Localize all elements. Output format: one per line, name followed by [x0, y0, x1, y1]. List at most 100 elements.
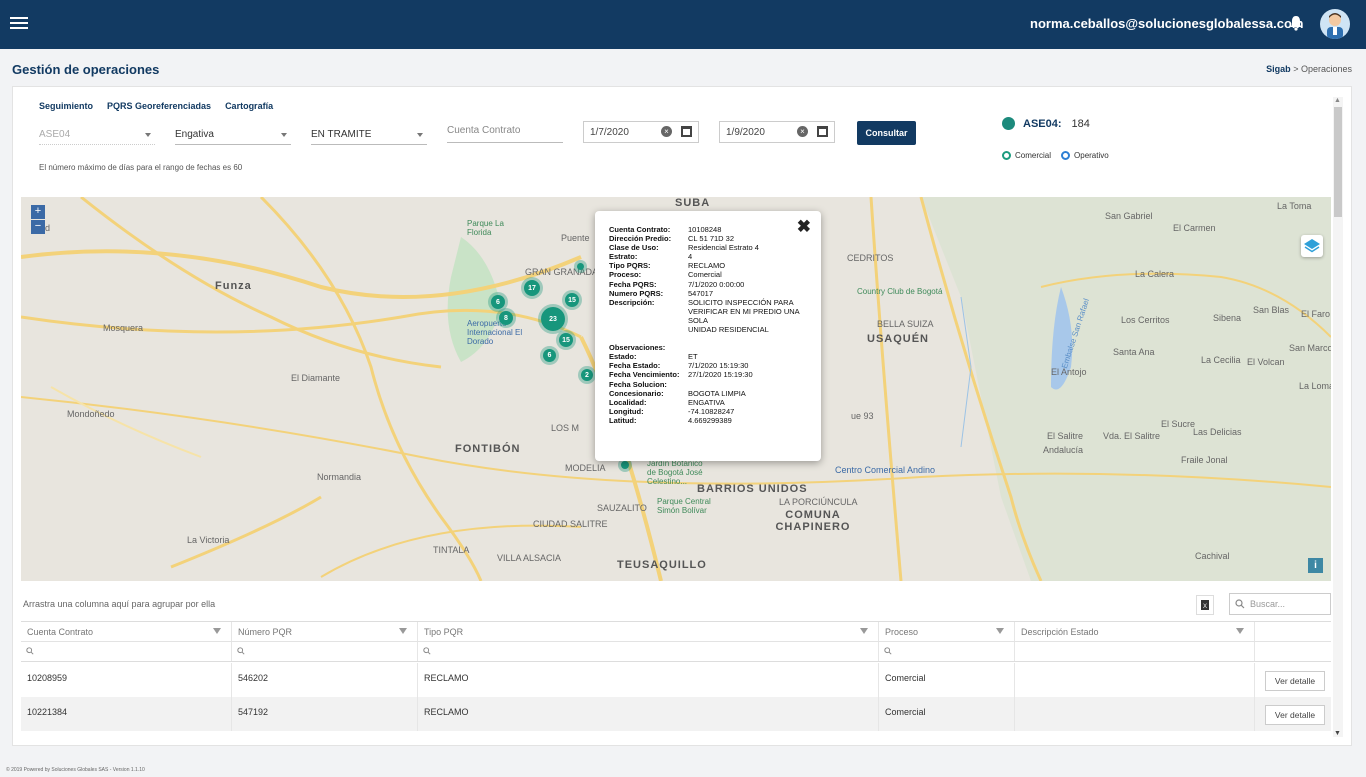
cell-numero: 547192: [232, 697, 418, 731]
popup-row: Longitud: -74.10828247: [609, 407, 811, 416]
scroll-up-icon[interactable]: ▲: [1334, 97, 1341, 104]
filter-icon[interactable]: [213, 628, 221, 634]
localidad-select[interactable]: Engativa: [175, 125, 291, 145]
estado-select[interactable]: EN TRAMITE: [311, 125, 427, 145]
map-cluster[interactable]: 6: [491, 295, 505, 309]
popup-row: Estrato: 4: [609, 252, 811, 261]
table-row: 10221384 547192 RECLAMO Comercial Ver de…: [21, 697, 1331, 731]
map-cluster[interactable]: 6: [543, 349, 556, 362]
ver-detalle-button[interactable]: Ver detalle: [1265, 671, 1325, 691]
info-icon[interactable]: i: [1308, 558, 1323, 573]
popup-field-label: [609, 307, 688, 325]
ase-select[interactable]: ASE04: [39, 125, 155, 145]
breadcrumb-current: Operaciones: [1300, 64, 1352, 74]
breadcrumb-separator: >: [1293, 64, 1299, 74]
column-header-numero[interactable]: Número PQR: [232, 622, 418, 641]
popup-field-value: ENGATIVA: [688, 397, 725, 407]
tab-pqrs-georeferenciadas[interactable]: PQRS Georeferenciadas: [107, 101, 211, 111]
user-email[interactable]: norma.ceballos@solucionesglobalessa.com: [1030, 16, 1304, 31]
tab-cartografia[interactable]: Cartografía: [225, 101, 273, 111]
chevron-down-icon: [281, 133, 287, 137]
popup-field-value: Comercial: [688, 270, 722, 280]
popup-field-value: 4.669299389: [688, 415, 732, 425]
map-label-usaquen: USAQUÉN: [867, 333, 930, 345]
radio-comercial[interactable]: Comercial: [1002, 151, 1051, 160]
map-view[interactable]: SUBA Funza Mosquera drid El Diamante Mon…: [21, 197, 1331, 581]
fecha-hasta-picker[interactable]: 1/9/2020 ×: [719, 121, 835, 143]
filter-cell-numero[interactable]: [232, 642, 418, 661]
popup-row: Proceso: Comercial: [609, 270, 811, 279]
pqrs-grid: Cuenta Contrato Número PQR Tipo PQR Proc…: [21, 621, 1331, 739]
popup-row: Fecha Solucion:: [609, 380, 811, 389]
radio-ring-icon: [1061, 151, 1071, 160]
user-avatar[interactable]: [1320, 9, 1350, 39]
clear-date-icon[interactable]: ×: [661, 126, 672, 137]
radio-operativo[interactable]: Operativo: [1061, 151, 1109, 160]
fecha-desde-picker[interactable]: 1/7/2020 ×: [583, 121, 699, 143]
bell-icon[interactable]: [1286, 13, 1306, 33]
popup-field-label: Tipo PQRS:: [609, 261, 651, 271]
map-cluster[interactable]: 2: [581, 369, 593, 381]
map-label-cachival: Cachival: [1195, 551, 1230, 561]
popup-field-value: VERIFICAR EN MI PREDIO UNA SOLA: [688, 306, 800, 325]
popup-field-label: Dirección Predio:: [609, 234, 672, 244]
cuenta-contrato-input[interactable]: Cuenta Contrato: [447, 121, 563, 143]
map-label-tintala: TINTALA: [433, 545, 470, 555]
popup-field-label: Concesionario:: [609, 388, 664, 398]
consultar-button[interactable]: Consultar: [857, 121, 916, 145]
map-label-santa-ana: Santa Ana: [1113, 347, 1155, 357]
column-header-tipo[interactable]: Tipo PQR: [418, 622, 879, 641]
page-scrollbar[interactable]: ▲ ▼: [1333, 97, 1343, 737]
zoom-out-button[interactable]: −: [31, 220, 45, 234]
ver-detalle-button[interactable]: Ver detalle: [1265, 705, 1325, 725]
column-header-cuenta[interactable]: Cuenta Contrato: [21, 622, 232, 641]
map-label-vda-salitre: Vda. El Salitre: [1103, 431, 1161, 441]
cell-proceso: Comercial: [879, 663, 1015, 697]
export-excel-icon[interactable]: X: [1196, 595, 1214, 615]
group-by-hint[interactable]: Arrastra una columna aquí para agrupar p…: [23, 599, 215, 609]
map-point[interactable]: [621, 461, 629, 469]
filter-cell-tipo[interactable]: [418, 642, 879, 661]
filter-icon[interactable]: [1236, 628, 1244, 634]
map-cluster[interactable]: 17: [524, 280, 540, 296]
filter-cell-cuenta[interactable]: [21, 642, 232, 661]
popup-field-value: [688, 343, 811, 352]
filter-cell-proceso[interactable]: [879, 642, 1015, 661]
filter-icon[interactable]: [399, 628, 407, 634]
filter-icon[interactable]: [996, 628, 1004, 634]
breadcrumb-root[interactable]: Sigab: [1266, 64, 1291, 74]
map-label-botanico: Jardín Botánico de Bogotá José Celestino…: [647, 459, 703, 486]
map-cluster[interactable]: 15: [559, 333, 573, 347]
map-label-cedritos: CEDRITOS: [847, 253, 894, 263]
map-label-fontibon: FONTIBÓN: [455, 443, 521, 455]
popup-field-label: Numero PQRS:: [609, 288, 664, 298]
map-label-las-delicias: Las Delicias: [1193, 427, 1242, 437]
tab-seguimiento[interactable]: Seguimiento: [39, 101, 93, 111]
close-icon[interactable]: ✖: [797, 217, 811, 237]
map-label-chapinero: COMUNA CHAPINERO: [775, 509, 851, 533]
cell-descripcion: [1015, 697, 1255, 731]
column-header-descripcion[interactable]: Descripción Estado: [1015, 622, 1255, 641]
map-cluster[interactable]: 15: [565, 293, 579, 307]
grid-search-input[interactable]: Buscar...: [1229, 593, 1331, 615]
popup-row: Concesionario: BOGOTA LIMPIA: [609, 389, 811, 398]
map-point[interactable]: [577, 263, 584, 270]
hamburger-menu-icon[interactable]: [10, 14, 28, 34]
map-cluster[interactable]: 8: [499, 311, 513, 325]
map-label-san-blas: San Blas: [1253, 305, 1290, 315]
scrollbar-thumb[interactable]: [1334, 107, 1342, 217]
clear-date-icon[interactable]: ×: [797, 126, 808, 137]
calendar-icon[interactable]: [681, 126, 692, 137]
popup-field-label: [609, 334, 688, 343]
calendar-icon[interactable]: [817, 126, 828, 137]
filter-icon[interactable]: [860, 628, 868, 634]
map-label-el-faro: El Faro: [1301, 309, 1331, 319]
map-cluster[interactable]: 23: [541, 307, 565, 331]
popup-row: Descripción: SOLICITO INSPECCIÓN PARA: [609, 298, 811, 307]
layers-icon[interactable]: [1301, 235, 1323, 257]
zoom-in-button[interactable]: +: [31, 205, 45, 219]
scroll-down-icon[interactable]: ▼: [1334, 730, 1341, 737]
popup-field-value: BOGOTA LIMPIA: [688, 388, 746, 398]
radio-ring-icon: [1002, 151, 1011, 160]
column-header-proceso[interactable]: Proceso: [879, 622, 1015, 641]
